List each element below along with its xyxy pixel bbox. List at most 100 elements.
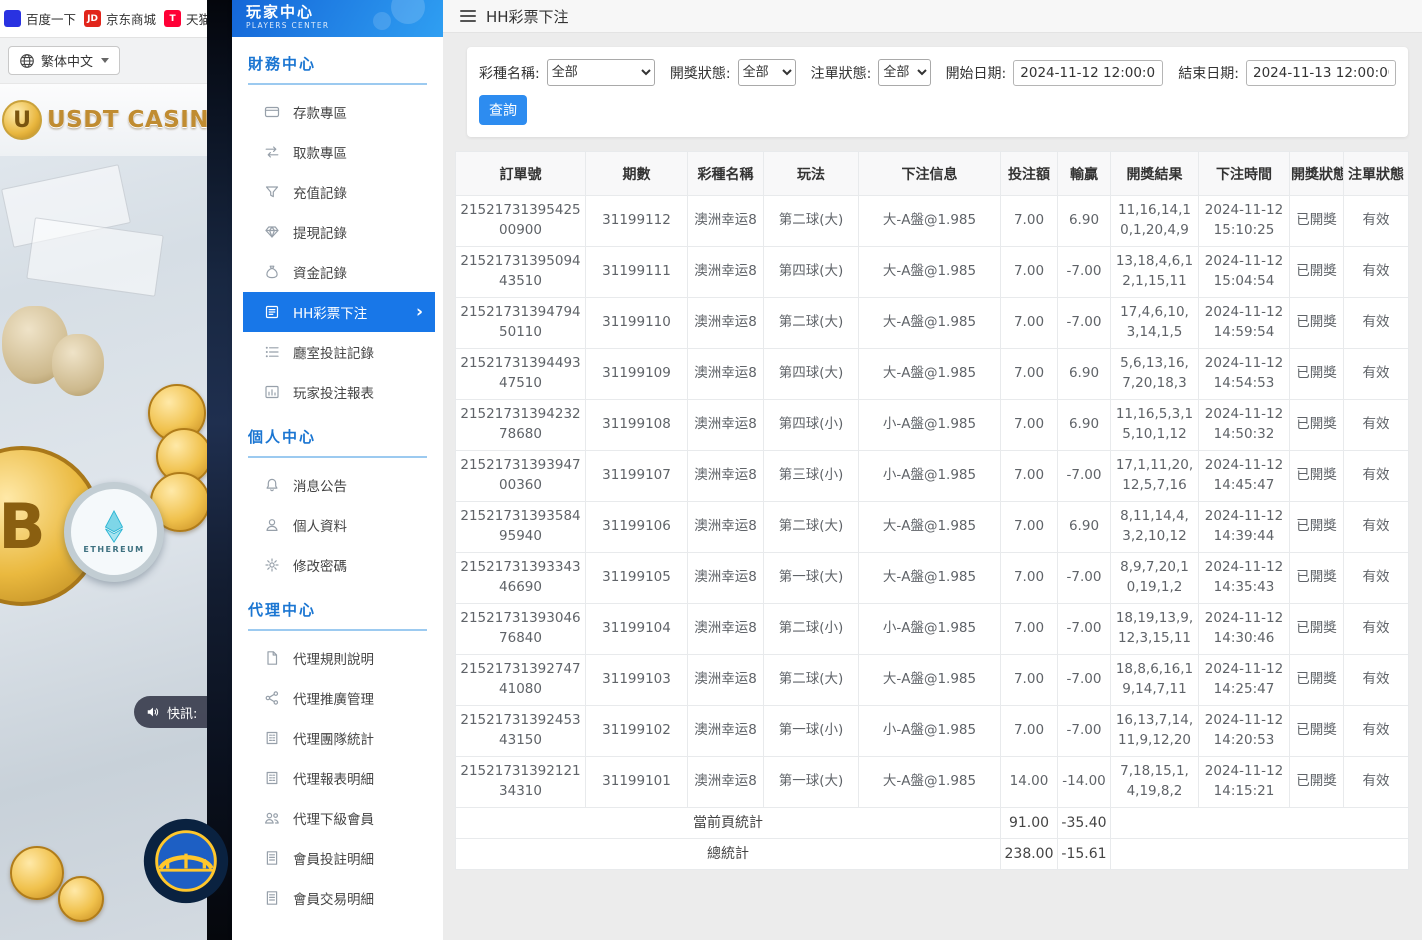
cell-4: 小-A盤@1.985 — [859, 400, 1001, 451]
money-bill-art — [26, 217, 163, 296]
sidebar-item[interactable]: 修改密碼 — [232, 545, 443, 585]
cell-4: 大-A盤@1.985 — [859, 502, 1001, 553]
end-date-input[interactable] — [1246, 60, 1396, 86]
sidebar-item[interactable]: 代理報表明細 — [232, 758, 443, 798]
order-status-select[interactable]: 全部 — [878, 59, 930, 86]
sidebar-item[interactable]: 資金記錄 — [232, 252, 443, 292]
bets-table: 訂單號期數彩種名稱玩法下注信息投注額輸贏開獎結果下注時間開獎狀態注單狀態 2152… — [455, 151, 1409, 870]
bookmark-item[interactable]: T天猫 — [164, 9, 207, 28]
cell-4: 小-A盤@1.985 — [859, 706, 1001, 757]
sidebar-item[interactable]: 提現記錄 — [232, 212, 443, 252]
cell-2: 澳洲幸运8 — [688, 349, 764, 400]
cell-6: 6.90 — [1058, 502, 1111, 553]
start-date-label: 開始日期: — [946, 63, 1007, 83]
sidebar-item-label: 代理推廣管理 — [293, 688, 374, 708]
main-topbar: HH彩票下注 — [443, 0, 1422, 33]
sidebar-item[interactable]: 消息公告 — [232, 465, 443, 505]
cell-3: 第四球(小) — [764, 400, 859, 451]
cell-7: 5,6,13,16,7,20,18,3 — [1111, 349, 1199, 400]
cell-3: 第二球(小) — [764, 604, 859, 655]
baidu-icon — [4, 10, 21, 27]
query-button[interactable]: 查詢 — [479, 95, 527, 125]
cell-0: 2152173139212134310 — [456, 757, 586, 808]
sidebar-item[interactable]: 代理規則說明 — [232, 638, 443, 678]
sidebar-item[interactable]: 玩家投注報表 — [232, 372, 443, 412]
cell-3: 第三球(小) — [764, 451, 859, 502]
ethereum-label: ETHEREUM — [83, 545, 144, 554]
bookmark-label: 百度一下 — [26, 9, 76, 28]
cell-6: -7.00 — [1058, 451, 1111, 502]
sidebar-item-label: HH彩票下注 — [293, 302, 367, 322]
language-selector[interactable]: 繁体中文 — [8, 46, 120, 75]
sidebar-item[interactable]: 代理團隊統計 — [232, 718, 443, 758]
sidebar-item[interactable]: HH彩票下注› — [243, 292, 435, 332]
table-header-row: 訂單號期數彩種名稱玩法下注信息投注額輸贏開獎結果下注時間開獎狀態注單狀態 — [456, 152, 1409, 196]
summary-row: 當前頁統計91.00-35.40 — [456, 808, 1409, 839]
menu-toggle-icon[interactable] — [460, 10, 476, 22]
sidebar-item[interactable]: 充值記錄 — [232, 172, 443, 212]
sidebar-item[interactable]: 存款專區 — [232, 92, 443, 132]
caret-down-icon — [101, 58, 109, 63]
filter-row: 彩種名稱: 全部 開獎狀態: 全部 注單狀態: 全部 開始日期: 結束日期: — [479, 59, 1396, 86]
cell-4: 大-A盤@1.985 — [859, 655, 1001, 706]
site-logo[interactable]: U USDT CASINO — [0, 84, 207, 156]
table-row: 215217313933434669031199105澳洲幸运8第一球(大)大-… — [456, 553, 1409, 604]
logo-text: USDT CASINO — [47, 107, 207, 133]
sidebar-menu: 財務中心存款專區取款專區充值記錄提現記錄資金記錄HH彩票下注›廳室投註記錄玩家投… — [232, 37, 443, 920]
cell-6: -7.00 — [1058, 604, 1111, 655]
sidebar-item[interactable]: 取款專區 — [232, 132, 443, 172]
cell-7: 17,4,6,10,3,14,1,5 — [1111, 298, 1199, 349]
table-row: 215217313950944351031199111澳洲幸运8第四球(大)大-… — [456, 247, 1409, 298]
cell-5: 7.00 — [1001, 553, 1058, 604]
cell-6: -7.00 — [1058, 706, 1111, 757]
cell-10: 有效 — [1344, 196, 1409, 247]
cell-8: 2024-11-12 14:54:53 — [1199, 349, 1290, 400]
cell-7: 18,19,13,9,12,3,15,11 — [1111, 604, 1199, 655]
lottery-select[interactable]: 全部 — [547, 59, 655, 86]
sidebar-title: 玩家中心 — [246, 3, 443, 21]
cell-5: 7.00 — [1001, 400, 1058, 451]
start-date-input[interactable] — [1013, 60, 1163, 86]
sidebar-item-label: 修改密碼 — [293, 555, 347, 575]
cell-10: 有效 — [1344, 247, 1409, 298]
sidebar-item[interactable]: 會員投註明細 — [232, 838, 443, 878]
cell-1: 31199107 — [586, 451, 688, 502]
bookmark-item[interactable]: JD京东商城 — [84, 9, 156, 28]
column-header: 投注額 — [1001, 152, 1058, 196]
cell-6: 6.90 — [1058, 196, 1111, 247]
cell-3: 第四球(大) — [764, 349, 859, 400]
sidebar-item-label: 代理規則說明 — [293, 648, 374, 668]
password-icon — [264, 557, 280, 573]
bookmark-item[interactable]: 百度一下 — [4, 9, 76, 28]
cell-10: 有效 — [1344, 349, 1409, 400]
table-row: 215217313927474108031199103澳洲幸运8第二球(大)大-… — [456, 655, 1409, 706]
lottery-filter-label: 彩種名稱: — [479, 63, 540, 83]
cell-7: 17,1,11,20,12,5,7,16 — [1111, 451, 1199, 502]
sidebar-item[interactable]: 代理推廣管理 — [232, 678, 443, 718]
cell-10: 有效 — [1344, 400, 1409, 451]
cell-6: 6.90 — [1058, 400, 1111, 451]
cell-5: 14.00 — [1001, 757, 1058, 808]
sidebar-item[interactable]: 會員交易明細 — [232, 878, 443, 918]
cell-4: 大-A盤@1.985 — [859, 298, 1001, 349]
money-bag-art — [52, 334, 104, 396]
deposit-icon — [264, 104, 280, 120]
cell-3: 第二球(大) — [764, 298, 859, 349]
sidebar-item[interactable]: 廳室投註記錄 — [232, 332, 443, 372]
cell-0: 2152173139423278680 — [456, 400, 586, 451]
main-content: HH彩票下注 彩種名稱: 全部 開獎狀態: 全部 注單狀態: 全部 開始日期: … — [443, 0, 1422, 940]
sidebar-item[interactable]: 代理下級會員 — [232, 798, 443, 838]
sidebar-item[interactable]: 個人資料 — [232, 505, 443, 545]
column-header: 注單狀態 — [1344, 152, 1409, 196]
sidebar-item-label: 會員交易明細 — [293, 888, 374, 908]
cell-4: 小-A盤@1.985 — [859, 451, 1001, 502]
draw-status-select[interactable]: 全部 — [738, 59, 796, 86]
cell-2: 澳洲幸运8 — [688, 502, 764, 553]
cell-8: 2024-11-12 14:45:47 — [1199, 451, 1290, 502]
cell-0: 2152173139449347510 — [456, 349, 586, 400]
cell-2: 澳洲幸运8 — [688, 553, 764, 604]
summary-bet-total: 91.00 — [1001, 808, 1058, 839]
cell-0: 2152173139274741080 — [456, 655, 586, 706]
cell-9: 已開獎 — [1290, 706, 1344, 757]
cell-4: 大-A盤@1.985 — [859, 196, 1001, 247]
